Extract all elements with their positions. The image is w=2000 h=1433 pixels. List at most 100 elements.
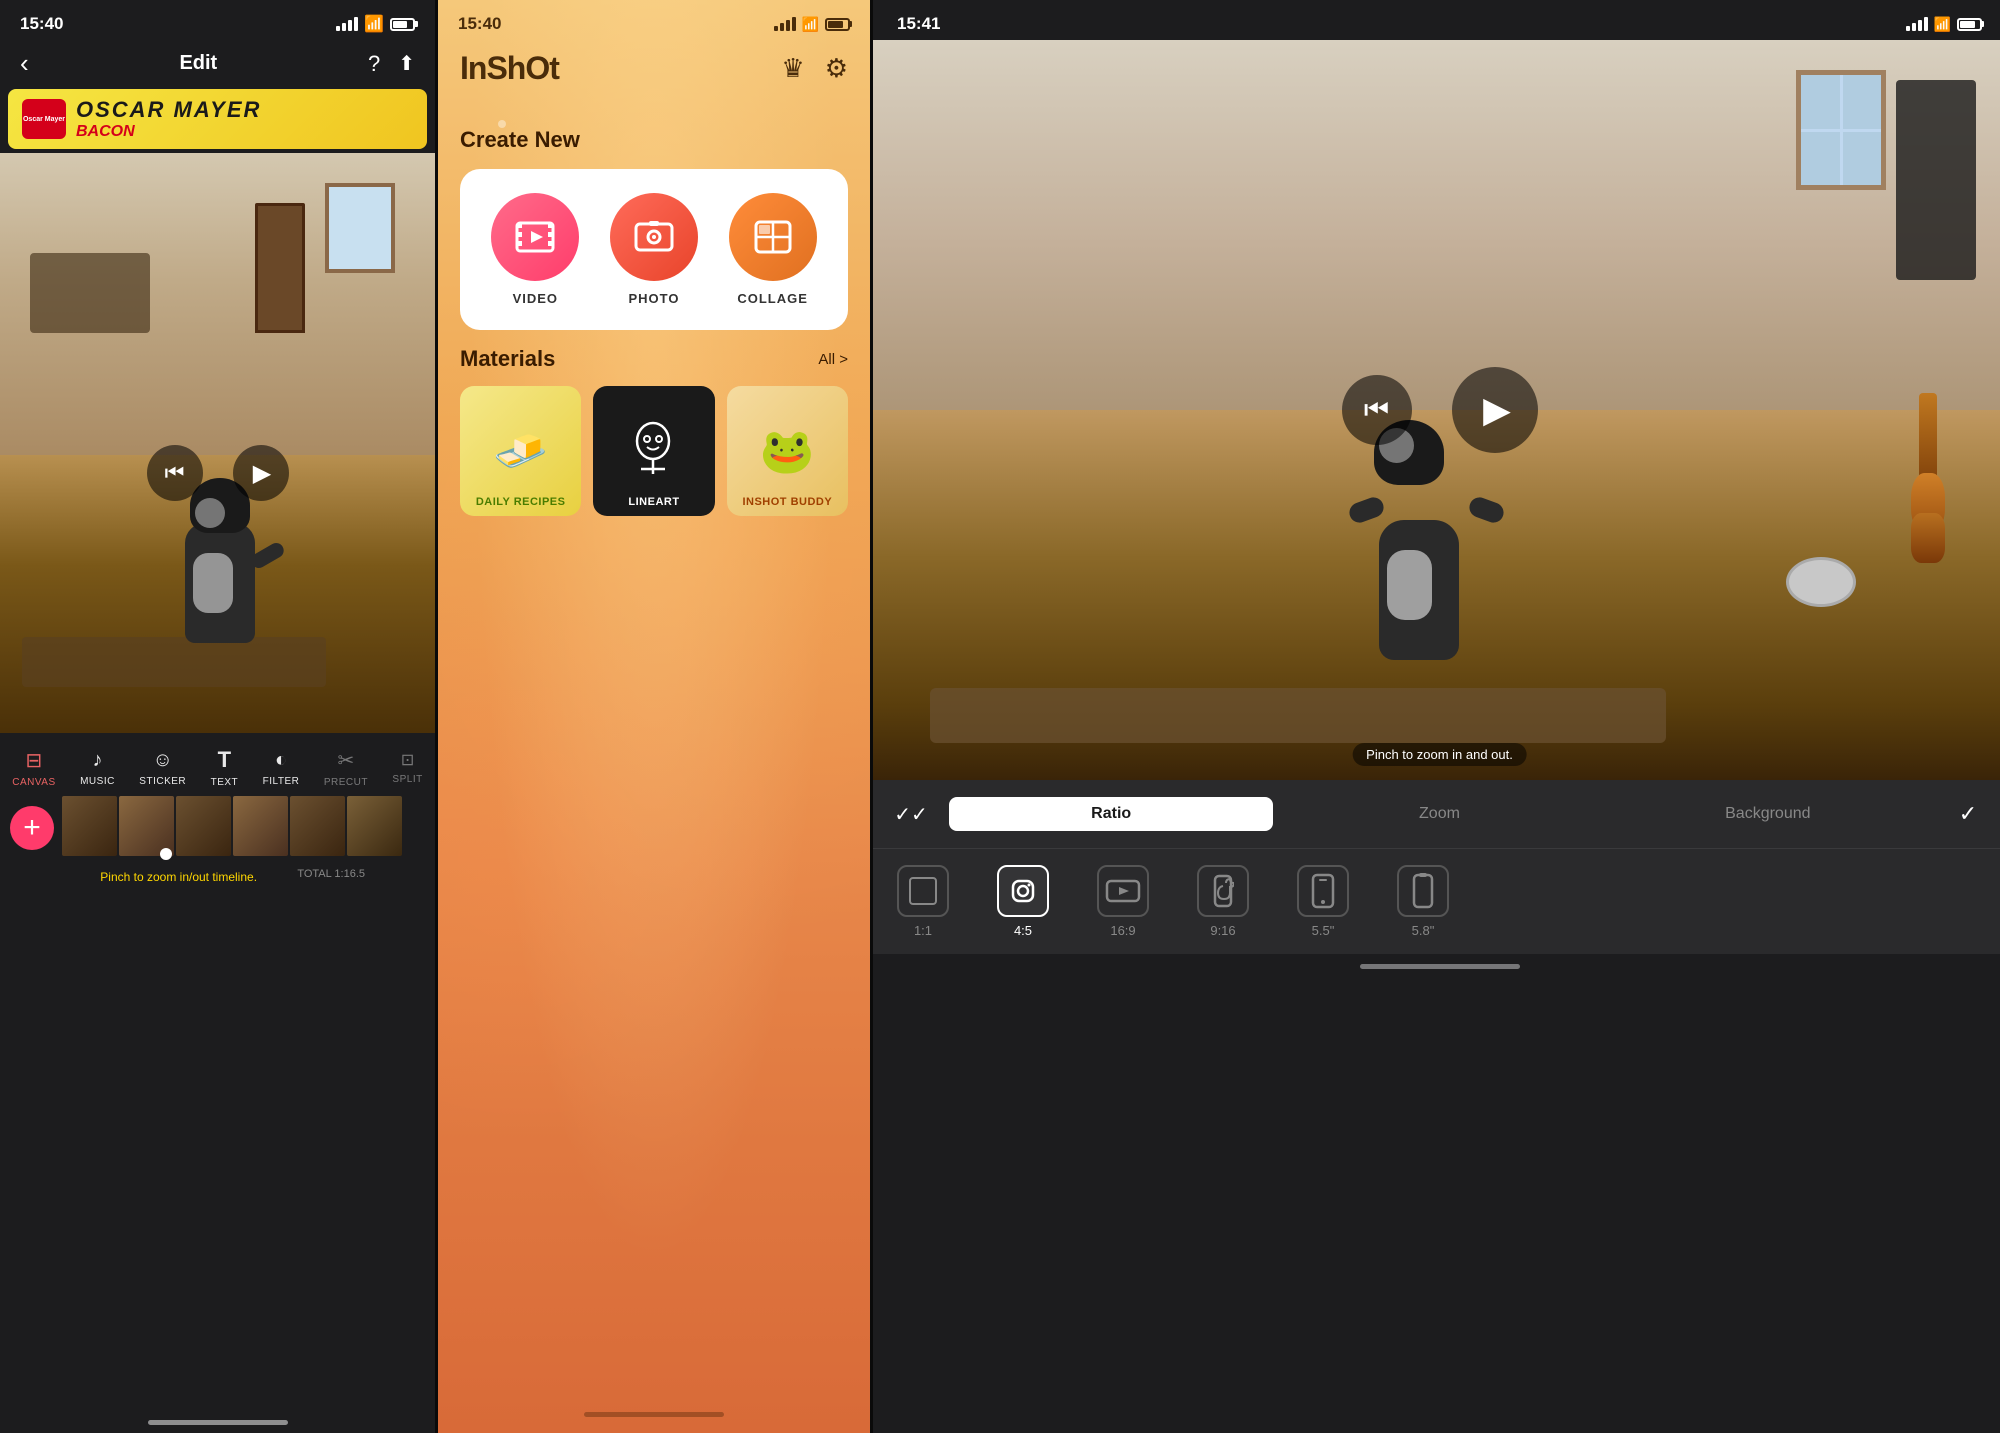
battery-icon-p2: [825, 18, 850, 31]
tiktok-icon: [1212, 873, 1234, 909]
home-bar-p1: [148, 1420, 288, 1425]
split-label: SPLIT: [392, 774, 422, 785]
materials-section: Materials All > 🧈 DAILY RECIPES: [438, 346, 870, 516]
nav-bar-p1: ‹ Edit ? ⬆: [0, 40, 435, 89]
guitar-p3: [1911, 393, 1946, 573]
material-inshot-buddy[interactable]: 🐸 INSHOT BUDDY: [727, 386, 848, 516]
ad-logo-brand: Oscar Mayer: [23, 116, 65, 123]
create-collage-label: COLLAGE: [737, 291, 808, 306]
ratio-5-5-in[interactable]: 5.5": [1273, 865, 1373, 938]
share-button[interactable]: ⬆: [398, 51, 415, 76]
video-scene-p3: ⏮ ▶ Pinch to zoom in and out.: [873, 40, 2000, 780]
pinch-hint-p3: Pinch to zoom in and out.: [1352, 743, 1527, 766]
timeline-strip[interactable]: [62, 796, 435, 856]
ratio-9-16[interactable]: 9:16: [1173, 865, 1273, 938]
settings-toolbar: ✓✓ Ratio Zoom Background ✓: [873, 780, 2000, 849]
tab-zoom[interactable]: Zoom: [1277, 797, 1601, 831]
add-clip-button[interactable]: +: [10, 806, 54, 850]
timeline-thumb-3: [176, 796, 231, 856]
pinch-hint-text: Pinch to zoom in/out timeline.: [100, 870, 257, 884]
status-icons-p1: 📶: [336, 14, 415, 34]
create-photo-item[interactable]: PHOTO: [610, 193, 698, 306]
page-title-p1: Edit: [179, 52, 217, 75]
split-icon: ⊡: [401, 750, 414, 770]
photo-create-icon: [633, 219, 675, 255]
video-scene-p1: [0, 153, 435, 733]
tool-filter[interactable]: ◐ FILTER: [263, 749, 300, 787]
premium-button[interactable]: ♛: [781, 53, 804, 84]
materials-grid: 🧈 DAILY RECIPES LINEART: [460, 386, 848, 516]
play-icon-p1: ▶: [253, 459, 271, 488]
home-bar-p3: [1360, 964, 1520, 969]
wifi-icon-p1: 📶: [364, 14, 384, 34]
signal-icon-p3: [1906, 17, 1928, 31]
time-p2: 15:40: [458, 14, 501, 34]
pinch-hint-p1: Pinch to zoom in/out timeline. TOTAL 1:1…: [0, 864, 435, 888]
rug-p3: [930, 688, 1666, 743]
play-button-p1[interactable]: ▶: [233, 445, 289, 501]
materials-title: Materials: [460, 346, 555, 372]
timeline-p1: +: [0, 792, 435, 864]
timeline-thumb-6: [347, 796, 402, 856]
ratio-4-5-label: 4:5: [1014, 923, 1032, 938]
time-p3: 15:41: [897, 14, 940, 34]
tool-text[interactable]: T TEXT: [211, 747, 239, 788]
material-lineart[interactable]: LINEART: [593, 386, 714, 516]
window-p3: [1796, 70, 1886, 190]
tab-ratio[interactable]: Ratio: [949, 797, 1273, 831]
lineart-label: LINEART: [593, 496, 714, 508]
create-video-item[interactable]: VIDEO: [491, 193, 579, 306]
music-label: MUSIC: [80, 776, 115, 787]
status-bar-p1: 15:40 📶: [0, 0, 435, 40]
status-icons-p3: 📶: [1906, 16, 1982, 33]
panel-home: 15:40 📶 InShOt ♛ ⚙ Create New: [438, 0, 870, 1433]
ratio-5-8-in[interactable]: 5.8": [1373, 865, 1473, 938]
tool-sticker[interactable]: ☺ STICKER: [139, 749, 186, 787]
filter-icon: ◐: [275, 749, 287, 772]
battery-icon-p3: [1957, 18, 1982, 31]
playhead-indicator: [160, 848, 172, 860]
play-button-p3[interactable]: ▶: [1452, 367, 1538, 453]
ratio-1-1-label: 1:1: [914, 923, 932, 938]
tool-music[interactable]: ♪ MUSIC: [80, 749, 115, 787]
help-button[interactable]: ?: [368, 51, 380, 77]
ratio-16-9-icon: [1097, 865, 1149, 917]
back-button[interactable]: ‹: [20, 48, 29, 79]
skip-back-icon-p3: ⏮: [1364, 394, 1389, 427]
ratio-1-1[interactable]: 1:1: [873, 865, 973, 938]
instagram-icon: [1008, 876, 1038, 906]
settings-button[interactable]: ⚙: [825, 53, 848, 84]
material-daily-recipes[interactable]: 🧈 DAILY RECIPES: [460, 386, 581, 516]
skip-back-icon-p1: ⏮: [165, 460, 185, 486]
tool-split[interactable]: ⊡ SPLIT: [392, 750, 422, 785]
wifi-icon-p3: 📶: [1934, 16, 1951, 33]
back-check-button[interactable]: ✓✓: [893, 796, 929, 832]
materials-all-button[interactable]: All >: [818, 351, 848, 368]
tool-canvas[interactable]: ⊟ CANVAS: [12, 748, 55, 788]
ratio-4-5[interactable]: 4:5: [973, 865, 1073, 938]
video-create-icon: [515, 219, 555, 255]
tool-precut[interactable]: ✂ PRECUT: [324, 748, 368, 788]
confirm-button[interactable]: ✓: [1950, 796, 1986, 832]
ratio-4-5-icon: [997, 865, 1049, 917]
signal-icon-p1: [336, 17, 358, 31]
sticker-icon: ☺: [153, 749, 173, 772]
timeline-thumb-5: [290, 796, 345, 856]
timeline-thumb-4: [233, 796, 288, 856]
playback-controls-p3: ⏮ ▶: [1342, 367, 1538, 453]
create-video-label: VIDEO: [513, 291, 558, 306]
pinch-hint-text-p3: Pinch to zoom in and out.: [1366, 747, 1513, 762]
play-icon-p3: ▶: [1483, 389, 1511, 431]
create-collage-item[interactable]: COLLAGE: [729, 193, 817, 306]
skip-back-button-p3[interactable]: ⏮: [1342, 375, 1412, 445]
skip-back-button-p1[interactable]: ⏮: [147, 445, 203, 501]
lineart-face-icon: [626, 419, 681, 484]
tab-background[interactable]: Background: [1606, 797, 1930, 831]
ratio-16-9[interactable]: 16:9: [1073, 865, 1173, 938]
ad-banner[interactable]: Oscar Mayer OSCAR MAYER BACON: [8, 89, 427, 149]
battery-icon-p1: [390, 18, 415, 31]
buddy-emoji: 🐸: [760, 425, 815, 477]
bookshelf-p3: [1896, 80, 1976, 280]
header-icons-p2: ♛ ⚙: [781, 53, 848, 84]
edit-toolbar-p1: ⊟ CANVAS ♪ MUSIC ☺ STICKER T TEXT ◐ FILT…: [0, 737, 435, 792]
